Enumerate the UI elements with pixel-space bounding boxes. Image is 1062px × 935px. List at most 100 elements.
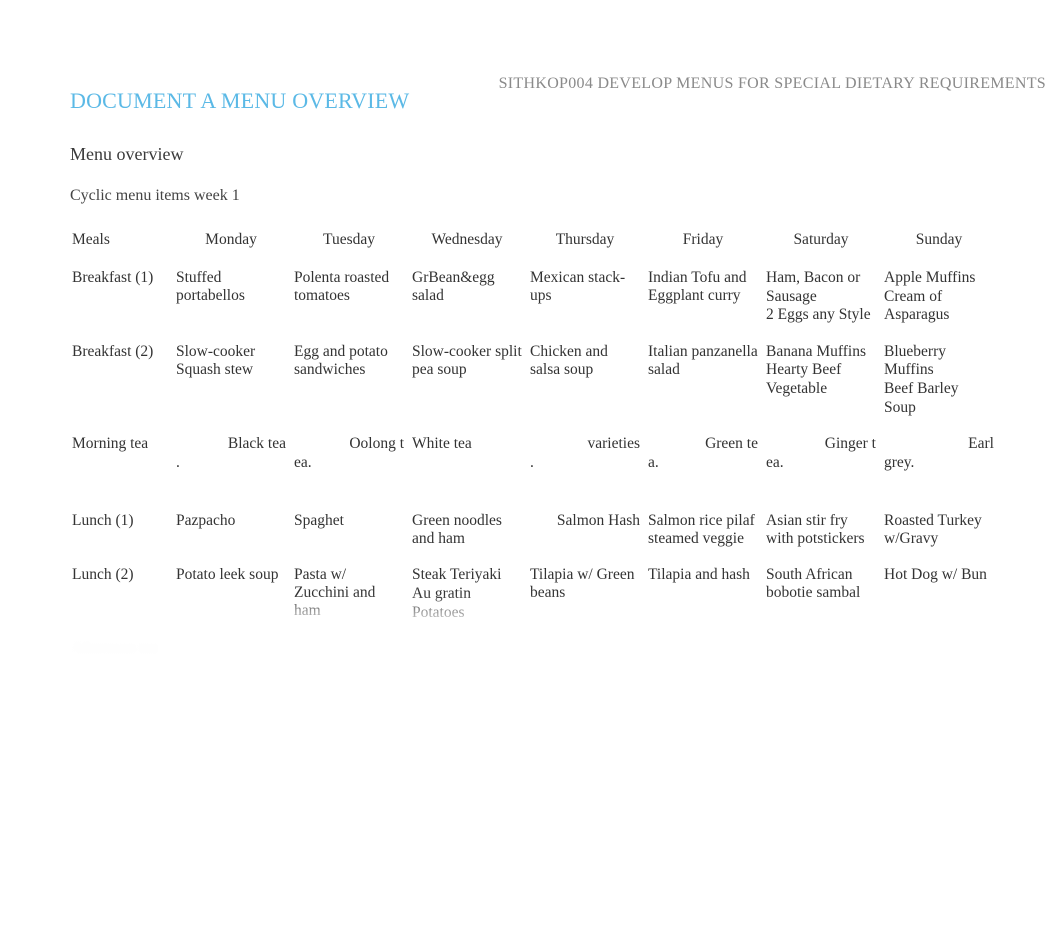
row-dinner-1: Dinner (1) bbox=[70, 668, 1000, 704]
cell-text: Earl bbox=[884, 435, 994, 454]
cell: Earl grey. bbox=[882, 427, 1000, 482]
cell: Ginger t ea. bbox=[764, 427, 882, 482]
row-label: Lunch (2) bbox=[70, 558, 174, 632]
cell-text: . bbox=[176, 454, 286, 473]
cell: Tilapia w/ Green beans bbox=[528, 558, 646, 632]
cell: Ham, Bacon or Sausage2 Eggs any Style bbox=[764, 261, 882, 335]
cell: Asian stir fry with potstickers bbox=[764, 504, 882, 558]
row-label: Dinner (2) bbox=[70, 704, 174, 740]
col-saturday: Saturday bbox=[764, 223, 882, 261]
section-subtitle: Menu overview bbox=[70, 144, 992, 165]
cell: Apple MuffinsCream of Asparagus bbox=[882, 261, 1000, 335]
cell bbox=[764, 704, 882, 740]
cell: Banana MuffinsHearty Beef Vegetable bbox=[764, 335, 882, 427]
document-body: DOCUMENT A MENU OVERVIEW Menu overview C… bbox=[0, 56, 1062, 740]
cell-text: Black tea bbox=[176, 435, 286, 454]
cell: Slow-cooker Squash stew bbox=[174, 335, 292, 427]
spacer-row bbox=[70, 482, 1000, 504]
cell: Polenta roasted tomatoes bbox=[292, 261, 410, 335]
row-label: Morning tea bbox=[70, 427, 174, 482]
cell: Stuffed portabellos bbox=[174, 261, 292, 335]
row-lunch-2: Lunch (2) Potato leek soup Pasta w/ Zucc… bbox=[70, 558, 1000, 632]
cell bbox=[528, 632, 646, 668]
cell: Salmon Hash bbox=[528, 504, 646, 558]
cell bbox=[174, 668, 292, 704]
col-thursday: Thursday bbox=[528, 223, 646, 261]
cell bbox=[174, 704, 292, 740]
cell bbox=[292, 668, 410, 704]
row-label: Breakfast (2) bbox=[70, 335, 174, 427]
cell: Pazpacho bbox=[174, 504, 292, 558]
cell-text: Green te bbox=[648, 435, 758, 454]
col-sunday: Sunday bbox=[882, 223, 1000, 261]
cell: Italian panzanella salad bbox=[646, 335, 764, 427]
cell-text: Ginger t bbox=[766, 435, 876, 454]
cell bbox=[410, 704, 528, 740]
cell: Roasted Turkey w/Gravy bbox=[882, 504, 1000, 558]
cell-text: a. bbox=[648, 454, 758, 473]
row-lunch-1: Lunch (1) Pazpacho Spaghet Green noodles… bbox=[70, 504, 1000, 558]
cell bbox=[528, 704, 646, 740]
cell: Tilapia and hash bbox=[646, 558, 764, 632]
cell-text: . bbox=[530, 454, 640, 473]
cell: Pasta w/ Zucchini and ham bbox=[292, 558, 410, 632]
cell: Egg and potato sandwiches bbox=[292, 335, 410, 427]
row-label: Dinner (1) bbox=[70, 668, 174, 704]
col-meals: Meals bbox=[70, 223, 174, 261]
menu-table: Meals Monday Tuesday Wednesday Thursday … bbox=[70, 223, 1000, 740]
cell: Potato leek soup bbox=[174, 558, 292, 632]
cell: Steak TeriyakiAu gratin Potatoes bbox=[410, 558, 528, 632]
cell bbox=[646, 704, 764, 740]
col-wednesday: Wednesday bbox=[410, 223, 528, 261]
table-caption: Cyclic menu items week 1 bbox=[70, 187, 992, 205]
row-breakfast-2: Breakfast (2) Slow-cooker Squash stew Eg… bbox=[70, 335, 1000, 427]
cell bbox=[764, 668, 882, 704]
cell: Green noodles and ham bbox=[410, 504, 528, 558]
document-title: DOCUMENT A MENU OVERVIEW bbox=[70, 88, 992, 114]
cell-text: ea. bbox=[766, 454, 876, 473]
cell-text: varieties bbox=[530, 435, 640, 454]
row-morning-tea: Morning tea Black tea . Oolong t ea. Whi… bbox=[70, 427, 1000, 482]
cell bbox=[882, 704, 1000, 740]
cell bbox=[646, 668, 764, 704]
cell bbox=[410, 668, 528, 704]
cell: Salmon rice pilaf steamed veggie bbox=[646, 504, 764, 558]
row-label: Lunch (1) bbox=[70, 504, 174, 558]
cell-text: Oolong t bbox=[294, 435, 404, 454]
cell: GrBean&egg salad bbox=[410, 261, 528, 335]
col-monday: Monday bbox=[174, 223, 292, 261]
cell: Indian Tofu and Eggplant curry bbox=[646, 261, 764, 335]
cell: Chicken and salsa soup bbox=[528, 335, 646, 427]
cell: Black tea . bbox=[174, 427, 292, 482]
cell bbox=[410, 632, 528, 668]
cell: Oolong t ea. bbox=[292, 427, 410, 482]
cell bbox=[174, 632, 292, 668]
cell bbox=[882, 668, 1000, 704]
cell bbox=[882, 632, 1000, 668]
col-friday: Friday bbox=[646, 223, 764, 261]
row-label: Breakfast (1) bbox=[70, 261, 174, 335]
cell: Spaghet bbox=[292, 504, 410, 558]
cell: Slow-cooker split pea soup bbox=[410, 335, 528, 427]
cell bbox=[764, 632, 882, 668]
cell-text: ea. bbox=[294, 454, 404, 473]
cell: Hot Dog w/ Bun bbox=[882, 558, 1000, 632]
table-header-row: Meals Monday Tuesday Wednesday Thursday … bbox=[70, 223, 1000, 261]
row-label: Afternoon tea bbox=[70, 632, 174, 668]
row-dinner-2: Dinner (2) bbox=[70, 704, 1000, 740]
cell: varieties . bbox=[528, 427, 646, 482]
cell bbox=[528, 668, 646, 704]
cell: Mexican stack-ups bbox=[528, 261, 646, 335]
row-breakfast-1: Breakfast (1) Stuffed portabellos Polent… bbox=[70, 261, 1000, 335]
cell: South African bobotie sambal bbox=[764, 558, 882, 632]
cell bbox=[292, 632, 410, 668]
cell-text: grey. bbox=[884, 454, 994, 473]
cell-text: White tea bbox=[412, 435, 522, 454]
cell bbox=[646, 632, 764, 668]
col-tuesday: Tuesday bbox=[292, 223, 410, 261]
cell: White tea bbox=[410, 427, 528, 482]
cell: Blueberry MuffinsBeef Barley Soup bbox=[882, 335, 1000, 427]
cell bbox=[292, 704, 410, 740]
cell: Green te a. bbox=[646, 427, 764, 482]
row-afternoon-tea: Afternoon tea bbox=[70, 632, 1000, 668]
